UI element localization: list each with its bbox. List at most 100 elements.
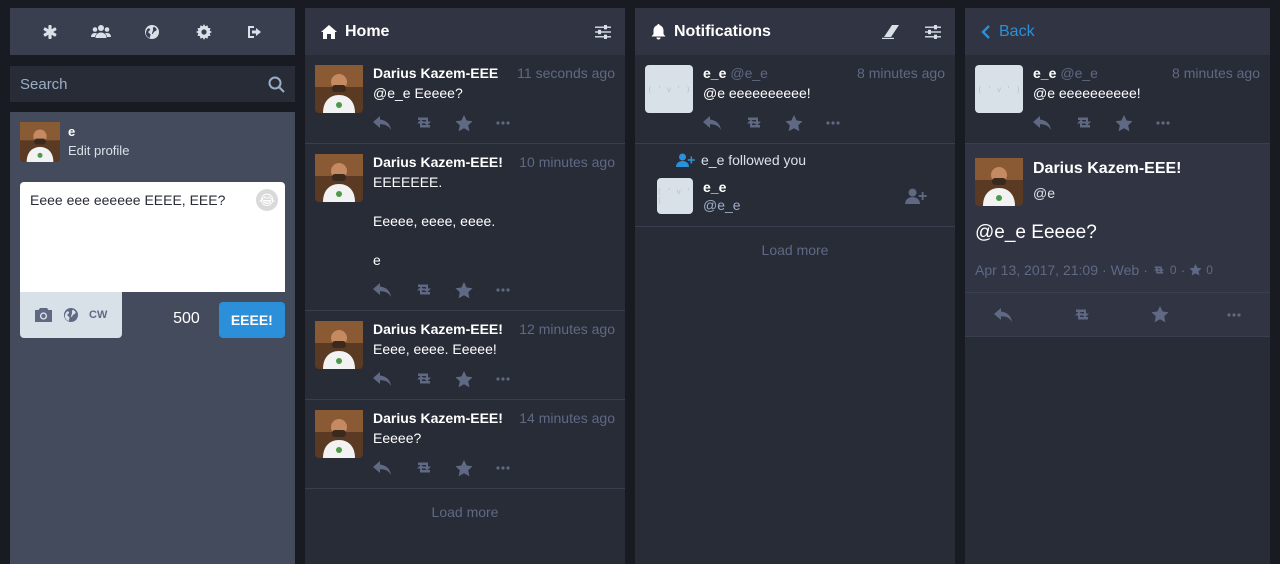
darius-avatar[interactable] [315,321,363,369]
more-ellipsis-icon[interactable] [496,466,537,470]
preferences-gear-icon[interactable] [190,18,218,46]
parent-status[interactable]: ( ' v ' ) e_e @e_e 8 minutes ago @e eeee… [965,55,1270,144]
status-item[interactable]: Darius Kazem-EEE! 10 minutes ago EEEEEEE. E… [305,144,625,311]
detail-display-name[interactable]: Darius Kazem-EEE! [1033,160,1182,178]
more-ellipsis-icon[interactable] [1227,312,1241,317]
upload-media-camera-icon[interactable] [34,307,53,323]
notifications-column-header[interactable]: Notifications [635,8,955,55]
e_e-avatar[interactable]: ( ' v ' ) [645,65,693,113]
my-avatar[interactable] [20,122,60,162]
getting-started-asterisk-icon[interactable] [36,18,64,46]
publish-button[interactable]: EEEE! [218,302,285,338]
boost-icon[interactable] [414,283,455,297]
search-input[interactable] [10,66,295,102]
boost-icon[interactable] [744,116,785,130]
favourite-star-icon[interactable] [785,114,826,132]
more-ellipsis-icon[interactable] [496,377,537,381]
status-paragraph: Eeee, eeee. Eeeee! [373,341,497,357]
clear-notifications-eraser-icon[interactable] [881,24,899,39]
user-plus-icon [676,153,695,167]
status-time[interactable]: 11 seconds ago [517,65,615,82]
home-load-more-button[interactable]: Load more [305,489,625,535]
column-settings-sliders-icon[interactable] [595,24,611,39]
edit-profile-link[interactable]: Edit profile [68,143,129,158]
status-display-name[interactable]: Darius Kazem-EEE [373,65,498,82]
more-ellipsis-icon[interactable] [1156,121,1197,125]
content-warning-button[interactable]: CW [89,309,107,321]
status-display-name[interactable]: e_e [1033,65,1056,82]
detail-date[interactable]: Apr 13, 2017, 21:09 [975,262,1098,278]
follower-account-handle: @e_e [703,197,741,213]
follower-display-name[interactable]: e_e [703,179,741,195]
notification-mention[interactable]: ( ' v ' ) e_e @e_e 8 minutes ago @e eeee… [635,55,955,144]
follower-account[interactable]: ( ' v ' ) e_e @e_e [645,178,945,214]
notifications-column-title: Notifications [674,22,771,40]
notifications-load-more-button[interactable]: Load more [635,227,955,273]
reply-icon[interactable] [373,115,414,131]
favourite-star-icon[interactable] [455,114,496,132]
darius-avatar[interactable] [975,158,1023,206]
favourite-star-icon[interactable] [455,281,496,299]
status-item[interactable]: Darius Kazem-EEE! 14 minutes ago Eeeee? [305,400,625,489]
favourite-star-icon[interactable] [455,370,496,388]
more-ellipsis-icon[interactable] [826,121,867,125]
status-actions [703,103,945,143]
status-paragraph: EEEEEEE. [373,174,443,190]
home-icon [321,24,337,39]
back-label: Back [999,22,1035,40]
back-button[interactable]: Back [981,23,1035,41]
boost-icon[interactable] [1072,308,1092,322]
status-item[interactable]: Darius Kazem-EEE 11 seconds ago @e_e Eeeee… [305,55,625,144]
search-box [10,66,295,102]
status-display-name[interactable]: Darius Kazem-EEE! [373,410,503,427]
reblogs-count: 0 [1169,263,1177,277]
more-ellipsis-icon[interactable] [496,121,537,125]
favourite-star-icon[interactable] [455,459,496,477]
more-ellipsis-icon[interactable] [496,288,537,292]
status-item[interactable]: Darius Kazem-EEE! 12 minutes ago Eeee, eee… [305,311,625,400]
status-time[interactable]: 8 minutes ago [1172,65,1260,82]
emoji-picker-icon[interactable]: 😂 [256,189,278,211]
status-time[interactable]: 14 minutes ago [519,410,615,427]
federated-timeline-globe-icon[interactable] [138,18,166,46]
compose-options: CW [20,292,123,338]
favourite-star-icon[interactable] [1151,306,1169,323]
search-icon[interactable] [268,76,285,93]
home-column-header[interactable]: Home [305,8,625,55]
notification-follow: e_e followed you ( ' v ' ) e_e @e_e [635,144,955,227]
favourite-star-icon[interactable] [1115,114,1156,132]
darius-avatar[interactable] [315,65,363,113]
boost-icon[interactable] [414,116,455,130]
drawer-tabs [10,8,295,55]
status-display-name[interactable]: Darius Kazem-EEE! [373,154,503,171]
reply-icon[interactable] [373,460,414,476]
compose-form: e Edit profile Eeee eee eeeeee EEEE, EEE… [10,112,295,564]
notification-settings-sliders-icon[interactable] [925,24,941,39]
boost-icon[interactable] [1074,116,1115,130]
compose-textarea[interactable]: Eeee eee eeeeee EEEE, EEE? [20,182,285,292]
boost-icon[interactable] [414,461,455,475]
status-account: @e_e [1060,65,1098,81]
follow-back-user-plus-icon[interactable] [905,188,927,204]
privacy-globe-icon[interactable] [63,307,79,323]
local-timeline-users-icon[interactable] [87,18,115,46]
follower-avatar[interactable]: ( ' v ' ) [657,178,693,214]
status-account: @e_e [730,65,768,81]
detail-meta: Apr 13, 2017, 21:09 · Web · 0 · 0 [975,262,1213,278]
status-time[interactable]: 12 minutes ago [519,321,615,338]
detail-boost-icon [1152,265,1166,275]
status-time[interactable]: 10 minutes ago [519,154,615,171]
boost-icon[interactable] [414,372,455,386]
darius-avatar[interactable] [315,410,363,458]
reply-icon[interactable] [373,282,414,298]
status-display-name[interactable]: e_e [703,65,726,82]
darius-avatar[interactable] [315,154,363,202]
reply-icon[interactable] [373,371,414,387]
e_e-avatar[interactable]: ( ' v ' ) [975,65,1023,113]
status-time[interactable]: 8 minutes ago [857,65,945,82]
status-display-name[interactable]: Darius Kazem-EEE! [373,321,503,338]
reply-icon[interactable] [1033,115,1074,131]
logout-sign-out-icon[interactable] [241,18,269,46]
reply-icon[interactable] [703,115,744,131]
reply-icon[interactable] [994,307,1014,323]
